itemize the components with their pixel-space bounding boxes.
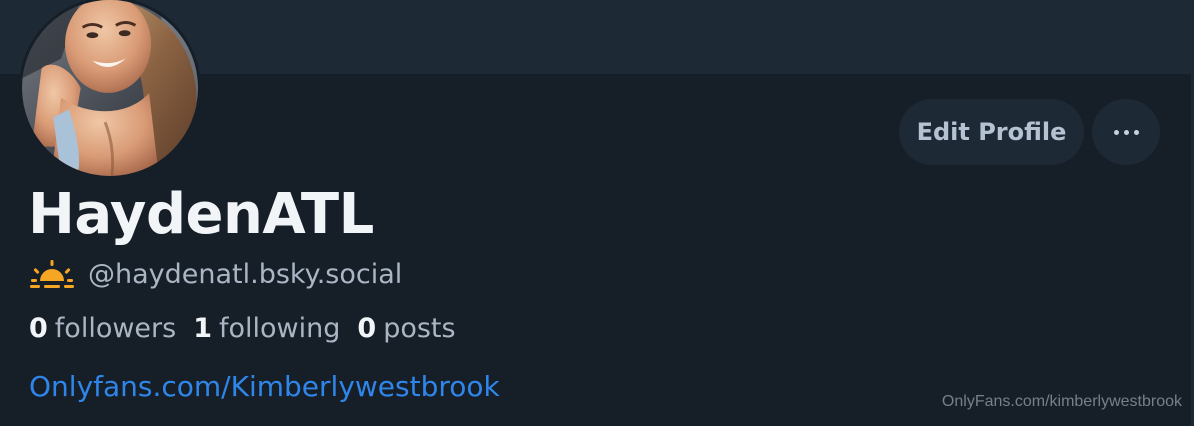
more-options-button[interactable] — [1092, 99, 1160, 165]
edit-profile-label: Edit Profile — [916, 118, 1067, 146]
handle-row: @haydenatl.bsky.social — [30, 257, 402, 291]
posts-label: posts — [383, 313, 456, 344]
posts-count: 0 — [357, 313, 377, 344]
profile-photo-icon — [22, 0, 198, 176]
bio-link[interactable]: Onlyfans.com/Kimberlywestbrook — [29, 370, 500, 403]
followers-stat[interactable]: 0 followers — [29, 313, 176, 344]
following-stat[interactable]: 1 following — [193, 313, 340, 344]
edit-profile-button[interactable]: Edit Profile — [899, 99, 1084, 165]
following-label: following — [219, 313, 341, 344]
followers-count: 0 — [29, 313, 48, 344]
profile-page: Edit Profile HaydenATL @haydenatl.bsky.s… — [0, 0, 1194, 426]
watermark: OnlyFans.com/kimberlywestbrook — [941, 393, 1182, 410]
posts-stat: 0 posts — [357, 313, 455, 344]
display-name: HaydenATL — [28, 182, 374, 247]
sun-icon — [30, 260, 74, 288]
followers-label: followers — [54, 313, 177, 344]
more-options-icon — [1113, 129, 1139, 135]
stats-row: 0 followers 1 following 0 posts — [29, 313, 473, 344]
following-count: 1 — [193, 313, 213, 344]
avatar[interactable] — [19, 0, 201, 179]
handle: @haydenatl.bsky.social — [88, 258, 403, 290]
